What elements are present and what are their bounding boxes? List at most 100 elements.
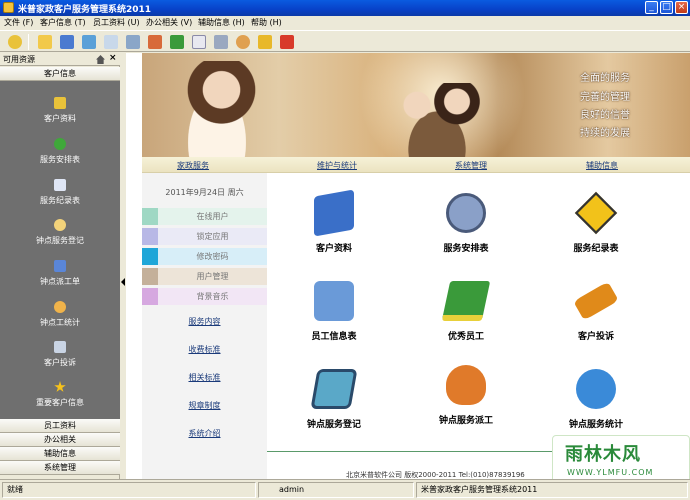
hand-icon	[54, 301, 66, 313]
section-auxiliary[interactable]: 辅助信息	[0, 447, 120, 461]
tile-hourly-stats[interactable]: 钟点服务统计	[546, 369, 646, 444]
nav-link-home-service[interactable]: 家政服务	[177, 160, 209, 171]
slogan-1: 全面的服务	[580, 73, 630, 84]
home-icon[interactable]	[146, 33, 164, 51]
tile-service-schedule[interactable]: 服务安排表	[416, 193, 516, 268]
link-service-content[interactable]: 服务内容	[142, 316, 267, 327]
tile-customer-file[interactable]: 客户资料	[284, 189, 384, 268]
nav-item-service-schedule[interactable]: 服务安排表	[0, 138, 120, 178]
tile-excellent-staff[interactable]: 优秀员工	[416, 281, 516, 356]
home-icon[interactable]	[96, 55, 105, 64]
nav-link-auxiliary[interactable]: 辅助信息	[586, 160, 618, 171]
menu-bar: 文件 (F) 客户信息 (T) 员工资料 (U) 办公相关 (V) 辅助信息 (…	[0, 16, 690, 30]
nav-item-hourly-stats[interactable]: 钟点工统计	[0, 301, 120, 341]
maximize-button[interactable]: □	[660, 1, 673, 14]
link-related-standard[interactable]: 相关标准	[142, 372, 267, 383]
slogan-4: 持续的发展	[580, 128, 630, 139]
tile-label: 钟点服务派工	[438, 416, 493, 426]
nav-item-hourly-dispatch[interactable]: 钟点派工单	[0, 260, 120, 300]
status-system: 米普家政客户服务管理系统2011	[416, 482, 688, 498]
nav-item-hourly-register[interactable]: 钟点服务登记	[0, 219, 120, 259]
menu-auxiliary[interactable]: 辅助信息 (H)	[198, 17, 245, 28]
tile-label: 服务安排表	[443, 244, 489, 254]
tile-complaints[interactable]: 客户投诉	[546, 281, 646, 356]
nav-item-label: 钟点派工单	[40, 277, 80, 286]
quick-action-marker	[142, 268, 158, 285]
folder-icon[interactable]	[36, 33, 54, 51]
link-fee-standard[interactable]: 收费标准	[142, 344, 267, 355]
printer-icon[interactable]	[212, 33, 230, 51]
section-office[interactable]: 办公相关	[0, 433, 120, 447]
quick-action-label: 用户管理	[158, 268, 267, 285]
nav-link-system-admin[interactable]: 系统管理	[455, 160, 487, 171]
chart-icon[interactable]	[80, 33, 98, 51]
tile-label: 优秀员工	[447, 332, 484, 342]
app-icon	[3, 2, 14, 13]
customer-file-icon	[314, 189, 354, 237]
book-icon	[441, 281, 491, 321]
list-icon[interactable]	[124, 33, 142, 51]
user-icon[interactable]	[234, 33, 252, 51]
quick-background-music[interactable]: 背景音乐	[142, 288, 267, 305]
refresh-icon[interactable]	[6, 33, 24, 51]
section-system-admin[interactable]: 系统管理	[0, 461, 120, 475]
menu-customer-info[interactable]: 客户信息 (T)	[40, 17, 86, 28]
tile-label: 钟点服务登记	[306, 420, 361, 430]
quick-action-marker	[142, 228, 158, 245]
nav-item-service-record[interactable]: 服务纪录表	[0, 179, 120, 219]
menu-file[interactable]: 文件 (F)	[4, 17, 33, 28]
exit-icon[interactable]	[278, 33, 296, 51]
tile-hourly-register[interactable]: 钟点服务登记	[284, 369, 384, 444]
nav-item-vip-customers[interactable]: 重要客户信息	[0, 381, 120, 421]
link-system-intro[interactable]: 系统介绍	[142, 428, 267, 439]
left-panel: 可用资源 × 客户信息 客户资料 服务安排表 服务纪录表 钟点服务登记 钟点派工…	[0, 53, 120, 479]
key-icon[interactable]	[256, 33, 274, 51]
tile-label: 员工信息表	[311, 332, 357, 342]
printer-icon	[314, 281, 354, 321]
close-button[interactable]: ×	[675, 1, 688, 14]
nav-item-label: 客户资料	[44, 114, 76, 123]
quick-action-marker	[142, 208, 158, 225]
banner-mother-baby	[172, 61, 262, 157]
grid-icon[interactable]	[58, 33, 76, 51]
watermark-url: WWW.YLMFU.COM	[567, 468, 654, 477]
nav-item-customer-file[interactable]: 客户资料	[0, 97, 120, 137]
quick-action-label: 在线用户	[158, 208, 267, 225]
banner-family	[387, 83, 487, 157]
menu-office[interactable]: 办公相关 (V)	[146, 17, 192, 28]
section-staff-info[interactable]: 员工资料	[0, 419, 120, 433]
status-user-label: admin	[279, 485, 305, 494]
quick-user-management[interactable]: 用户管理	[142, 268, 267, 285]
globe-search-icon	[576, 369, 616, 409]
quick-lock-app[interactable]: 锁定应用	[142, 228, 267, 245]
title-bar: 米普家政客户服务管理系统2011 _ □ ×	[0, 0, 690, 16]
quick-action-label: 锁定应用	[158, 228, 267, 245]
nav-link-maintenance[interactable]: 维护与统计	[317, 160, 357, 171]
slogan-3: 良好的信誉	[580, 110, 630, 121]
quick-change-password[interactable]: 修改密码	[142, 248, 267, 265]
edit-icon[interactable]	[102, 33, 120, 51]
mail-icon[interactable]	[190, 33, 208, 51]
recycle-icon[interactable]	[168, 33, 186, 51]
minimize-button[interactable]: _	[645, 1, 658, 14]
link-regulations[interactable]: 规章制度	[142, 400, 267, 411]
menu-help[interactable]: 帮助 (H)	[251, 17, 282, 28]
section-customer-info[interactable]: 客户信息	[0, 67, 120, 81]
nav-item-label: 钟点工统计	[40, 318, 80, 327]
calendar-icon	[54, 260, 66, 272]
left-panel-close-button[interactable]: ×	[109, 53, 117, 63]
status-bar: 就绪 admin 米普家政客户服务管理系统2011	[0, 479, 690, 500]
tile-hourly-dispatch[interactable]: 钟点服务派工	[416, 365, 516, 440]
tile-staff-info[interactable]: 员工信息表	[284, 281, 384, 356]
headset-icon	[446, 365, 486, 405]
collapse-arrow-icon[interactable]	[121, 278, 125, 286]
quick-online-users[interactable]: 在线用户	[142, 208, 267, 225]
nav-item-complaints[interactable]: 客户投诉	[0, 341, 120, 381]
left-panel-header: 可用资源 ×	[0, 53, 120, 66]
window-title: 米普家政客户服务管理系统2011	[18, 5, 152, 15]
menu-staff-info[interactable]: 员工资料 (U)	[93, 17, 140, 28]
tile-label: 服务纪录表	[573, 244, 619, 254]
tile-label: 客户投诉	[577, 332, 614, 342]
tile-service-record[interactable]: 服务纪录表	[546, 191, 646, 268]
quick-panel: 2011年9月24日 周六 在线用户 锁定应用 修改密码 用户管理 背景音乐 服…	[142, 173, 267, 479]
